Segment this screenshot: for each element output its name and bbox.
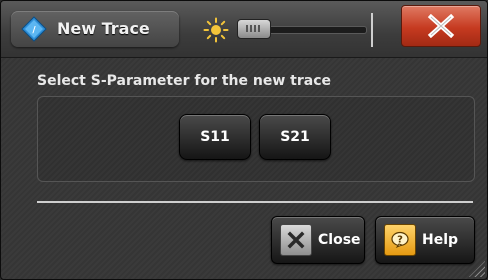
s11-button[interactable]: S11 — [179, 114, 251, 160]
transparency-slider-thumb[interactable] — [237, 19, 271, 39]
footer-separator — [37, 201, 473, 203]
close-x-box-icon — [280, 224, 312, 256]
sun-icon — [203, 17, 229, 43]
titlebar-close-button[interactable] — [401, 5, 481, 47]
s21-button[interactable]: S21 — [259, 114, 331, 160]
sparam-group-box — [37, 96, 475, 182]
dialog-title: New Trace — [57, 19, 150, 38]
title-bar[interactable]: / New Trace — [1, 1, 487, 58]
help-question-icon: ? — [384, 224, 416, 256]
rohde-schwarz-diamond-icon: / — [21, 16, 47, 42]
sparam-prompt: Select S-Parameter for the new trace — [37, 73, 331, 89]
slider-end-marker — [371, 13, 373, 47]
close-x-icon — [426, 14, 456, 38]
help-button[interactable]: ? Help — [375, 216, 475, 264]
close-button[interactable]: Close — [271, 216, 365, 264]
help-button-label: Help — [422, 232, 459, 248]
close-button-label: Close — [318, 232, 361, 248]
svg-text:?: ? — [397, 235, 403, 246]
new-trace-dialog: / New Trace Select S-Parameter for the n… — [0, 0, 488, 280]
